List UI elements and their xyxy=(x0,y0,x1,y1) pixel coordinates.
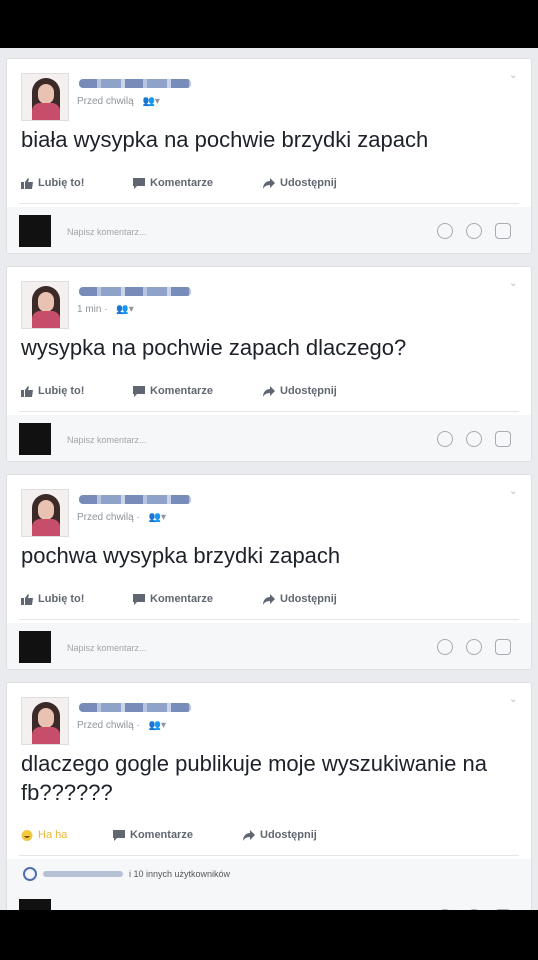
comment-input[interactable]: Napisz komentarz... xyxy=(67,227,147,237)
post-menu-chevron-icon[interactable]: ⌄ xyxy=(509,279,519,289)
share-arrow-icon xyxy=(243,829,255,841)
post-meta: 1 min · 👥▾ xyxy=(77,304,134,315)
like-label: Lubię to! xyxy=(38,593,85,605)
like-button[interactable]: Lubię to! xyxy=(21,593,84,605)
thumbs-up-icon xyxy=(21,593,33,605)
sticker-icon[interactable] xyxy=(495,909,511,910)
post-text: biała wysypka na pochwie brzydki zapach xyxy=(21,127,429,152)
like-button[interactable]: Lubię to! xyxy=(21,177,84,189)
thumbs-up-icon xyxy=(21,385,33,397)
emoji-icon[interactable] xyxy=(437,909,453,910)
emoji-icon[interactable] xyxy=(437,639,453,655)
post-meta: Przed chwilą · 👥▾ xyxy=(77,512,166,523)
share-button[interactable]: Udostępnij xyxy=(243,829,317,841)
post: ⌄ Przed chwilą 👥▾ biała wysypka na pochw… xyxy=(6,58,532,254)
like-label: Lubię to! xyxy=(38,177,85,189)
audience-icon[interactable]: 👥▾ xyxy=(149,512,166,523)
camera-icon[interactable] xyxy=(466,639,482,655)
haha-label: Ha ha xyxy=(38,829,68,841)
post-time[interactable]: Przed chwilą · xyxy=(77,720,140,731)
post-time[interactable]: Przed chwilą · xyxy=(77,512,140,523)
comment-button[interactable]: Komentarze xyxy=(133,593,213,605)
camera-icon[interactable] xyxy=(466,223,482,239)
comment-input[interactable]: Napisz komentarz... xyxy=(67,643,147,653)
like-button[interactable]: Lubię to! xyxy=(21,385,84,397)
like-label: Lubię to! xyxy=(38,385,85,397)
share-arrow-icon xyxy=(263,177,275,189)
avatar[interactable] xyxy=(21,281,69,329)
comment-input[interactable]: Napisz komentarz... xyxy=(67,435,147,445)
comment-button[interactable]: Komentarze xyxy=(133,385,213,397)
audience-icon[interactable]: 👥▾ xyxy=(142,96,159,107)
post: ⌄ 1 min · 👥▾ wysypka na pochwie zapach d… xyxy=(6,266,532,462)
share-label: Udostępnij xyxy=(280,385,337,397)
feed: ⌄ Przed chwilą 👥▾ biała wysypka na pochw… xyxy=(0,48,538,910)
post-meta: Przed chwilą · 👥▾ xyxy=(77,720,166,731)
sticker-icon[interactable] xyxy=(495,223,511,239)
avatar[interactable] xyxy=(21,73,69,121)
share-label: Udostępnij xyxy=(280,177,337,189)
comment-label: Komentarze xyxy=(130,829,193,841)
author-name-blurred[interactable] xyxy=(79,79,191,88)
post-time[interactable]: Przed chwilą xyxy=(77,96,134,107)
comment-label: Komentarze xyxy=(150,385,213,397)
author-name-blurred[interactable] xyxy=(79,495,191,504)
emoji-icon[interactable] xyxy=(437,431,453,447)
share-button[interactable]: Udostępnij xyxy=(263,593,337,605)
author-name-blurred[interactable] xyxy=(79,287,191,296)
post: ⌄ Przed chwilą · 👥▾ dlaczego gogle publi… xyxy=(6,682,532,910)
comment-icon xyxy=(133,177,145,189)
comment-icon xyxy=(133,385,145,397)
share-arrow-icon xyxy=(263,593,275,605)
author-name-blurred[interactable] xyxy=(79,703,191,712)
comment-label: Komentarze xyxy=(150,177,213,189)
sticker-icon[interactable] xyxy=(495,639,511,655)
post-text: dlaczego gogle publikuje moje wyszukiwan… xyxy=(21,751,487,805)
comment-icon xyxy=(113,829,125,841)
share-button[interactable]: Udostępnij xyxy=(263,385,337,397)
post-menu-chevron-icon[interactable]: ⌄ xyxy=(509,71,519,81)
share-arrow-icon xyxy=(263,385,275,397)
avatar[interactable] xyxy=(21,697,69,745)
post-text: pochwa wysypka brzydki zapach xyxy=(21,543,341,568)
post: ⌄ Przed chwilą · 👥▾ pochwa wysypka brzyd… xyxy=(6,474,532,670)
commenter-avatar xyxy=(19,631,51,663)
share-label: Udostępnij xyxy=(280,593,337,605)
sticker-icon[interactable] xyxy=(495,431,511,447)
commenter-avatar xyxy=(19,899,51,910)
avatar[interactable] xyxy=(21,489,69,537)
audience-icon[interactable]: 👥▾ xyxy=(149,720,166,731)
share-button[interactable]: Udostępnij xyxy=(263,177,337,189)
post-menu-chevron-icon[interactable]: ⌄ xyxy=(509,695,519,705)
thumbs-up-icon xyxy=(21,177,33,189)
comment-icon xyxy=(133,593,145,605)
emoji-icon[interactable] xyxy=(437,223,453,239)
post-time[interactable]: 1 min · xyxy=(77,304,108,315)
reactor-names-blurred xyxy=(43,871,123,877)
comment-label: Komentarze xyxy=(150,593,213,605)
post-meta: Przed chwilą 👥▾ xyxy=(77,96,160,107)
haha-emoji-icon xyxy=(21,829,33,841)
comment-button[interactable]: Komentarze xyxy=(113,829,193,841)
commenter-avatar xyxy=(19,215,51,247)
reactions-summary[interactable]: i 10 innych użytkowników xyxy=(23,867,515,881)
share-label: Udostępnij xyxy=(260,829,317,841)
camera-icon[interactable] xyxy=(466,431,482,447)
haha-button[interactable]: Ha ha xyxy=(21,829,67,841)
comment-button[interactable]: Komentarze xyxy=(133,177,213,189)
camera-icon[interactable] xyxy=(466,909,482,910)
commenter-avatar xyxy=(19,423,51,455)
reactions-others-text: i 10 innych użytkowników xyxy=(129,869,231,879)
post-menu-chevron-icon[interactable]: ⌄ xyxy=(509,487,519,497)
reaction-badge-icon xyxy=(23,867,37,881)
post-text: wysypka na pochwie zapach dlaczego? xyxy=(21,335,407,360)
audience-icon[interactable]: 👥▾ xyxy=(116,304,133,315)
